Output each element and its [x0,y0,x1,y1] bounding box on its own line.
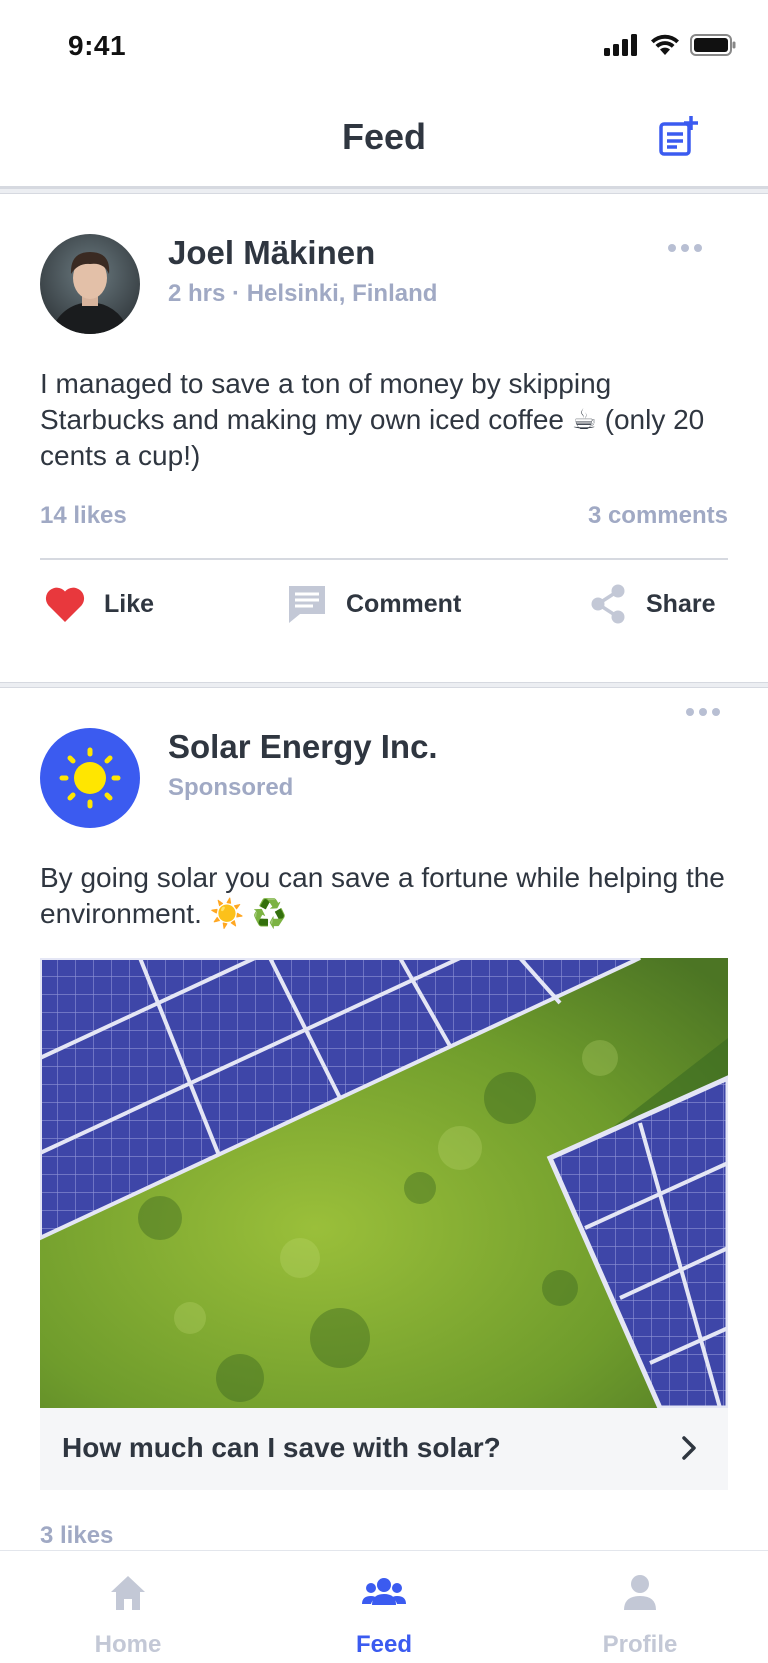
post-body: By going solar you can save a fortune wh… [40,862,725,929]
comments-count[interactable]: 3 comments [588,502,728,530]
home-icon [111,1576,145,1610]
cta-link[interactable]: How much can I save with solar? [40,1408,728,1490]
cta-label: How much can I save with solar? [62,1432,501,1463]
comment-label: Comment [346,589,462,618]
more-options-button[interactable] [664,240,706,256]
likes-count[interactable]: 14 likes [40,502,127,530]
avatar-photo [40,234,140,334]
nav-bar: Feed [0,96,768,188]
post-location[interactable]: Helsinki, Finland [247,280,438,307]
more-dot [694,244,702,252]
post-divider [40,558,728,560]
more-options-button[interactable] [682,704,724,720]
compose-button[interactable] [656,114,700,158]
tab-profile[interactable]: Profile [512,1551,768,1663]
person-icon [624,1575,656,1610]
post-author[interactable]: Joel Mäkinen [168,234,375,272]
sun-icon [59,747,121,809]
tab-label: Profile [602,1631,678,1658]
like-label: Like [104,589,155,618]
solar-panels-photo [40,958,728,1408]
tab-bar: Home Feed Profile [0,1550,768,1663]
feed-divider [0,188,768,194]
post-author[interactable]: Solar Energy Inc. [168,728,438,766]
tab-label: Home [94,1631,162,1658]
sponsored-label: Sponsored [168,774,294,801]
more-dot [699,708,707,716]
brand-avatar[interactable] [40,728,140,828]
status-icons [604,34,736,56]
like-button[interactable]: Like [44,564,154,644]
post-time: 2 hrs [168,280,226,307]
compose-icon [659,116,698,156]
tab-label: Feed [355,1631,412,1658]
more-dot [668,244,676,252]
status-bar: 9:41 [0,0,768,96]
share-label: Share [646,589,716,618]
wifi-icon [651,34,679,55]
post-meta: 2 hrs · Helsinki, Finland [168,280,437,308]
chevron-right-icon [682,1436,696,1460]
sponsored-post: Solar Energy Inc. Sponsored By going sol… [0,690,768,1550]
page-title: Feed [341,116,427,157]
people-icon [362,1578,406,1605]
share-button[interactable]: Share [588,564,715,644]
avatar[interactable] [40,234,140,334]
more-dot [686,708,694,716]
likes-count[interactable]: 3 likes [40,1522,113,1550]
comment-icon [289,586,325,623]
more-dot [712,708,720,716]
tab-feed[interactable]: Feed [256,1551,512,1663]
battery-icon [690,34,736,56]
share-icon [591,584,625,624]
post-body: I managed to save a ton of money by skip… [40,368,705,471]
status-time: 9:41 [68,30,127,61]
more-dot [681,244,689,252]
comment-button[interactable]: Comment [286,564,461,644]
heart-icon [45,587,85,622]
tab-home[interactable]: Home [0,1551,256,1663]
feed-post: Joel Mäkinen 2 hrs · Helsinki, Finland I… [0,196,768,678]
cellular-signal-icon [604,34,637,56]
meta-separator: · [232,280,241,307]
feed-divider [0,682,768,688]
ad-image[interactable] [40,958,728,1408]
